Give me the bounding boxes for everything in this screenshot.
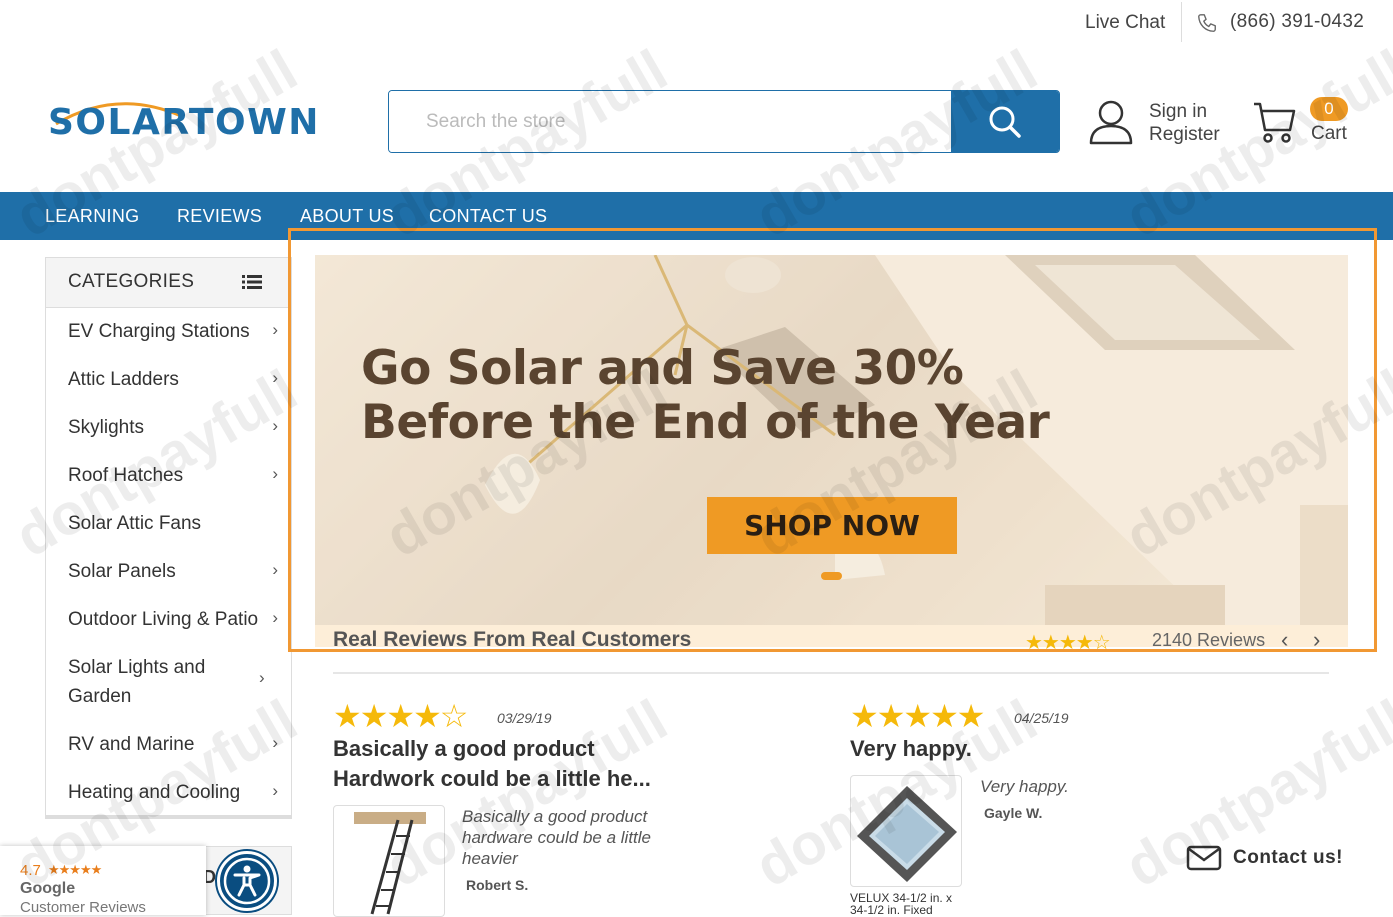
search-input[interactable] (389, 91, 952, 152)
sidebar-item-label: Roof Hatches (68, 465, 184, 486)
google-sublabel: Customer Reviews (20, 899, 146, 916)
sidebar-item-label: Skylights (68, 417, 145, 438)
chevron-right-icon: › (272, 320, 278, 339)
hero-banner[interactable]: Go Solar and Save 30% Before the End of … (315, 255, 1348, 625)
reviews-next-arrow-icon[interactable]: › (1313, 627, 1320, 653)
review-1-body-line-1: Basically a good product (462, 807, 648, 826)
reviews-prev-arrow-icon[interactable]: ‹ (1281, 627, 1288, 653)
sign-in-link[interactable]: Sign in (1149, 100, 1220, 123)
top-bar: Live Chat (866) 391-0432 (0, 0, 1393, 46)
google-label: Google (20, 880, 76, 897)
review-1-title[interactable]: Basically a good product Hardwork could … (333, 734, 651, 794)
account-links: Sign in Register (1149, 100, 1220, 146)
envelope-icon (1186, 845, 1222, 871)
review-1-body-line-3: heavier (462, 849, 518, 868)
chevron-right-icon: › (272, 608, 278, 627)
phone-icon (1198, 14, 1216, 32)
register-link[interactable]: Register (1149, 123, 1220, 146)
main-nav: LEARNING REVIEWS ABOUT US CONTACT US (0, 192, 1393, 240)
review-1-stars: ★★★★☆ (333, 698, 468, 734)
cart-icon[interactable] (1252, 100, 1296, 146)
categories-header[interactable]: CATEGORIES (46, 258, 291, 308)
sidebar-item-skylights[interactable]: Skylights › (68, 413, 278, 442)
user-icon[interactable] (1088, 98, 1134, 146)
search-icon (989, 106, 1021, 138)
reviews-count[interactable]: 2140 Reviews (1152, 630, 1265, 651)
sidebar-item-roof-hatches[interactable]: Roof Hatches › (68, 461, 278, 490)
sidebar-item-label: Solar Lights and Garden (68, 657, 206, 707)
google-reviews-badge[interactable]: 4.7 ★★★★★ Google Customer Reviews (0, 846, 206, 916)
sidebar-item-label: Solar Panels (68, 561, 176, 582)
review-1-body: Basically a good product hardware could … (462, 806, 651, 869)
sidebar-item-outdoor-living-patio[interactable]: Outdoor Living & Patio › (68, 605, 278, 634)
carousel-dot-active[interactable] (821, 572, 842, 580)
categories-title: CATEGORIES (68, 271, 195, 292)
sidebar-item-label: Heating and Cooling (68, 782, 241, 803)
skylight-image (857, 786, 957, 882)
chevron-right-icon: › (272, 416, 278, 435)
sidebar-item-solar-lights-garden[interactable]: Solar Lights and Garden (68, 653, 248, 711)
sidebar-item-heating-cooling[interactable]: Heating and Cooling › (68, 778, 278, 807)
sidebar-item-solar-panels[interactable]: Solar Panels › (68, 557, 278, 586)
google-stars: ★★★★★ (48, 862, 102, 877)
search-button[interactable] (951, 91, 1059, 152)
live-chat-link[interactable]: Live Chat (1085, 12, 1165, 34)
search-bar (388, 90, 1060, 153)
sidebar-item-label: Attic Ladders (68, 369, 179, 390)
accessibility-icon (223, 857, 271, 905)
review-1-body-line-2: hardware could be a little (462, 828, 652, 847)
chevron-right-icon: › (272, 733, 278, 752)
sidebar-item-attic-ladders[interactable]: Attic Ladders › (68, 365, 278, 394)
contact-us-label: Contact us! (1233, 847, 1343, 868)
review-1-title-line-2: Hardwork could be a little he... (333, 766, 651, 791)
review-1-date: 03/29/19 (497, 710, 552, 726)
top-bar-divider (1181, 2, 1182, 42)
chevron-right-icon: › (272, 560, 278, 579)
cart-link[interactable]: Cart (1311, 123, 1347, 145)
review-2-author: Gayle W. (984, 805, 1043, 821)
nav-contact-us[interactable]: CONTACT US (429, 206, 547, 227)
review-2-body: Very happy. (980, 777, 1069, 796)
hero-headline: Go Solar and Save 30% Before the End of … (361, 341, 1050, 450)
sidebar-item-ev-charging-stations[interactable]: EV Charging Stations › (68, 317, 278, 346)
review-2-stars: ★★★★★ (850, 698, 985, 734)
review-2-product-image[interactable] (850, 775, 962, 887)
chevron-right-icon: › (259, 668, 265, 687)
hero-headline-line-1: Go Solar and Save 30% (361, 341, 964, 396)
reviews-heading: Real Reviews From Real Customers (333, 628, 692, 651)
sidebar-item-rv-marine[interactable]: RV and Marine › (68, 730, 278, 759)
review-2-date: 04/25/19 (1014, 710, 1069, 726)
sidebar-item-label: RV and Marine (68, 734, 195, 755)
nav-reviews[interactable]: REVIEWS (177, 206, 262, 227)
sidebar-item-label: EV Charging Stations (68, 321, 250, 342)
nav-learning[interactable]: LEARNING (45, 206, 139, 227)
review-1-title-line-1: Basically a good product (333, 736, 595, 761)
list-menu-icon (242, 275, 262, 289)
hero-headline-line-2: Before the End of the Year (361, 395, 1050, 450)
google-score: 4.7 (20, 862, 41, 879)
review-2-product-caption[interactable]: VELUX 34-1/2 in. x 34-1/2 in. Fixed (850, 892, 952, 916)
nav-about-us[interactable]: ABOUT US (300, 206, 394, 227)
overall-rating-stars: ★★★★☆ (1025, 632, 1111, 654)
chevron-right-icon: › (272, 368, 278, 387)
logo-wordmark: SOLARTOWN (48, 102, 320, 143)
sidebar-item-label: Solar Attic Fans (68, 513, 202, 534)
chevron-right-icon: › (272, 464, 278, 483)
review-2-caption-line-2: 34-1/2 in. Fixed (850, 903, 933, 917)
sidebar-item-label: Outdoor Living & Patio (68, 609, 259, 630)
solartown-logo[interactable]: SOLARTOWN (46, 94, 358, 144)
reviews-divider (333, 672, 1329, 674)
categories-sidebar: CATEGORIES EV Charging Stations › Attic … (45, 257, 292, 819)
review-1-product-image[interactable] (333, 805, 445, 917)
accessibility-button[interactable] (217, 851, 277, 911)
attic-ladder-image (354, 812, 426, 915)
phone-number-link[interactable]: (866) 391-0432 (1230, 11, 1364, 33)
review-2-title[interactable]: Very happy. (850, 734, 972, 764)
review-1-author: Robert S. (466, 877, 529, 893)
chevron-right-icon: › (272, 781, 278, 800)
sidebar-item-solar-attic-fans[interactable]: Solar Attic Fans (68, 509, 278, 538)
cart-count-badge: 0 (1310, 97, 1348, 121)
shop-now-button[interactable]: SHOP NOW (707, 497, 957, 554)
